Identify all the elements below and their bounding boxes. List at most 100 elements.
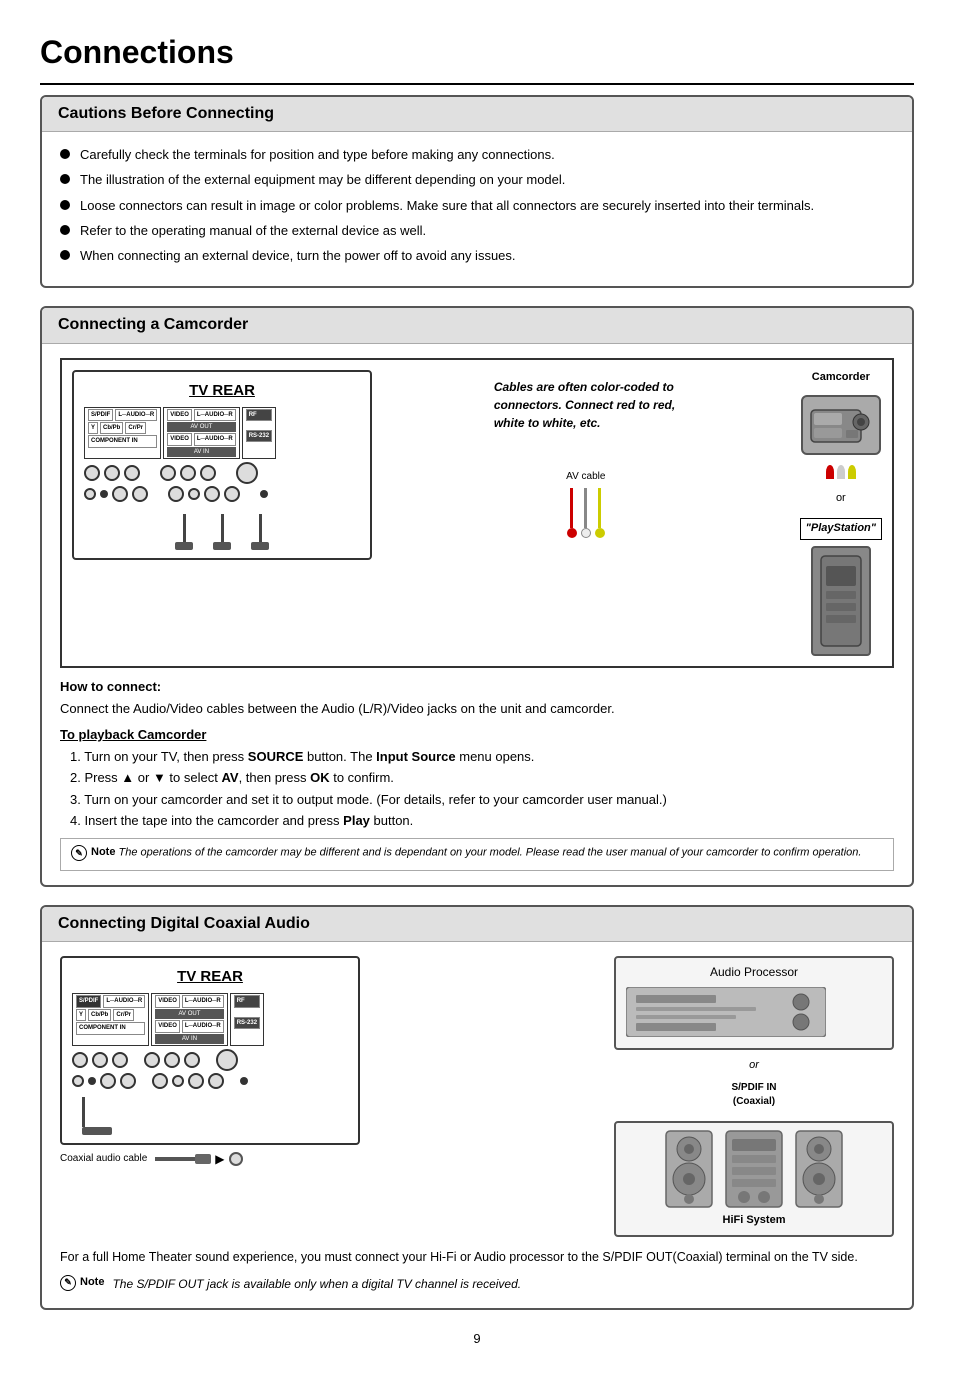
caution-item: Refer to the operating manual of the ext… <box>60 222 894 240</box>
coax-c14 <box>208 1073 224 1089</box>
coaxial-cable-label: Coaxial audio cable <box>60 1152 147 1166</box>
conn-dot2 <box>260 490 268 498</box>
conn-c1 <box>84 465 100 481</box>
page-title: Connections <box>40 30 914 85</box>
lbl-component-row: Y Cb/Pb Cr/Pr <box>88 422 157 434</box>
lbl-coax-rs232: RS-232 <box>234 1017 260 1029</box>
cable-line-v2 <box>221 514 224 542</box>
camcorder-note-text: The operations of the camcorder may be d… <box>119 847 862 859</box>
camcorder-diagram-inner: TV REAR S/PDIF L─AUDIO─R Y Cb/Pb Cr/Pr <box>72 370 882 656</box>
cautions-section: Cautions Before Connecting Carefully che… <box>40 95 914 288</box>
jack-red <box>826 465 834 479</box>
cables-note: Cables are often color-coded to connecto… <box>486 370 686 440</box>
coaxial-left: TV REAR S/PDIF L─AUDIO─R Y Cb/Pb Cr/Pr <box>60 956 598 1167</box>
camcorder-middle: Cables are often color-coded to connecto… <box>388 370 784 538</box>
caution-item: The illustration of the external equipme… <box>60 171 894 189</box>
coax-dot2 <box>240 1077 248 1085</box>
lbl-component-in: COMPONENT IN <box>88 435 157 447</box>
lbl-coax-video-group: VIDEO L─AUDIO─R AV OUT VIDEO L─AUDIO─R A… <box>151 993 228 1046</box>
or-label-coaxial: or <box>614 1058 894 1073</box>
lbl-video: VIDEO <box>167 409 192 421</box>
audio-processor-svg <box>626 987 826 1037</box>
conn-c4 <box>160 465 176 481</box>
lbl-l-audio-r2: L─AUDIO─R <box>194 409 236 421</box>
conn-dot1 <box>100 490 108 498</box>
conn-c8 <box>84 488 96 500</box>
playstation-label: "PlayStation" <box>800 518 882 539</box>
audio-processor-label: Audio Processor <box>626 964 882 981</box>
coaxial-bottom-text: For a full Home Theater sound experience… <box>60 1247 894 1267</box>
conn-c3 <box>124 465 140 481</box>
av-wire-yellow <box>598 488 601 528</box>
how-to-connect: How to connect: Connect the Audio/Video … <box>60 678 894 871</box>
bullet-dot <box>60 200 70 210</box>
lbl-coax-rf-group: RF RS-232 <box>230 993 264 1046</box>
tv-labels-camcorder: S/PDIF L─AUDIO─R Y Cb/Pb Cr/Pr COMPONENT… <box>84 407 360 460</box>
lbl-spdif: S/PDIF <box>88 409 113 421</box>
hifi-center-svg <box>724 1129 784 1209</box>
lbl-av-out: AV OUT <box>167 422 236 432</box>
av-head-yellow <box>595 528 605 538</box>
caution-item: Carefully check the terminals for positi… <box>60 146 894 164</box>
caution-item: Loose connectors can result in image or … <box>60 197 894 215</box>
conn-c9 <box>112 486 128 502</box>
lbl-coax-component-in: COMPONENT IN <box>76 1022 145 1034</box>
audio-processor-box: Audio Processor <box>614 956 894 1050</box>
coax-c8 <box>72 1075 84 1087</box>
caution-text: Refer to the operating manual of the ext… <box>80 222 426 240</box>
caution-item: When connecting an external device, turn… <box>60 247 894 265</box>
playback-step: 1. Turn on your TV, then press SOURCE bu… <box>70 748 894 766</box>
bottom-cables-camcorder <box>84 510 360 550</box>
lbl-coax-crpr: Cr/Pr <box>113 1009 134 1021</box>
conn-c6 <box>200 465 216 481</box>
coaxial-section: Connecting Digital Coaxial Audio TV REAR… <box>40 905 914 1310</box>
lbl-coax-video2-row: VIDEO L─AUDIO─R <box>155 1020 224 1032</box>
lbl-l-audio-r3: L─AUDIO─R <box>194 433 236 445</box>
lbl-coax-component: Y Cb/Pb Cr/Pr <box>76 1009 145 1021</box>
cable-plug-1 <box>175 542 193 550</box>
playback-steps: 1. Turn on your TV, then press SOURCE bu… <box>60 748 894 830</box>
camcorder-device-img <box>801 395 881 455</box>
bullet-dot <box>60 174 70 184</box>
coax-c9 <box>100 1073 116 1089</box>
tv-labels-coaxial: S/PDIF L─AUDIO─R Y Cb/Pb Cr/Pr COMPONENT… <box>72 993 348 1046</box>
conn-c13 <box>204 486 220 502</box>
bullet-dot <box>60 250 70 260</box>
camcorder-svg <box>806 400 876 450</box>
conn-c2 <box>104 465 120 481</box>
cable-plug-3 <box>251 542 269 550</box>
cable-down-3 <box>251 514 269 550</box>
coax-socket <box>229 1152 243 1166</box>
note-label-text: Note <box>91 845 115 860</box>
coax-connectors-row2 <box>72 1073 348 1089</box>
lbl-coax-spdif: S/PDIF L─AUDIO─R Y Cb/Pb Cr/Pr COMPONENT… <box>72 993 149 1046</box>
conn-c11 <box>168 486 184 502</box>
coax-c2 <box>92 1052 108 1068</box>
lbl-coax-rf: RF <box>234 995 260 1007</box>
cable-plug-2 <box>213 542 231 550</box>
lbl-rf: RF <box>246 409 272 421</box>
cable-down-2 <box>213 514 231 550</box>
bullet-dot <box>60 225 70 235</box>
lbl-coax-video: VIDEO <box>155 995 180 1007</box>
lbl-y: Y <box>88 422 98 434</box>
lbl-rf-group: RF RS-232 <box>242 407 276 460</box>
caution-text: When connecting an external device, turn… <box>80 247 516 265</box>
lbl-coax-video2: VIDEO <box>155 1020 180 1032</box>
playback-step: 2. Press ▲ or ▼ to select AV, then press… <box>70 769 894 787</box>
coax-cable-visual: ▶ <box>155 1151 242 1168</box>
coaxial-bottom-text1: For a full Home Theater sound experience… <box>60 1250 858 1264</box>
av-cable-red <box>567 488 577 538</box>
coax-c11 <box>152 1073 168 1089</box>
lbl-coax-video-row: VIDEO L─AUDIO─R <box>155 995 224 1007</box>
lbl-video-group: VIDEO L─AUDIO─R AV OUT VIDEO L─AUDIO─R A… <box>163 407 240 460</box>
coax-cable-v <box>82 1097 85 1127</box>
coaxial-note-label: ✎ Note <box>60 1275 104 1291</box>
lbl-video-row: VIDEO L─AUDIO─R <box>167 409 236 421</box>
connectors-row1-camcorder <box>84 462 360 484</box>
av-head-red <box>567 528 577 538</box>
jack-white <box>837 465 845 479</box>
coax-arrow: ▶ <box>215 1151 224 1168</box>
coaxial-container: TV REAR S/PDIF L─AUDIO─R Y Cb/Pb Cr/Pr <box>60 956 894 1236</box>
cable-down-1 <box>175 514 193 550</box>
